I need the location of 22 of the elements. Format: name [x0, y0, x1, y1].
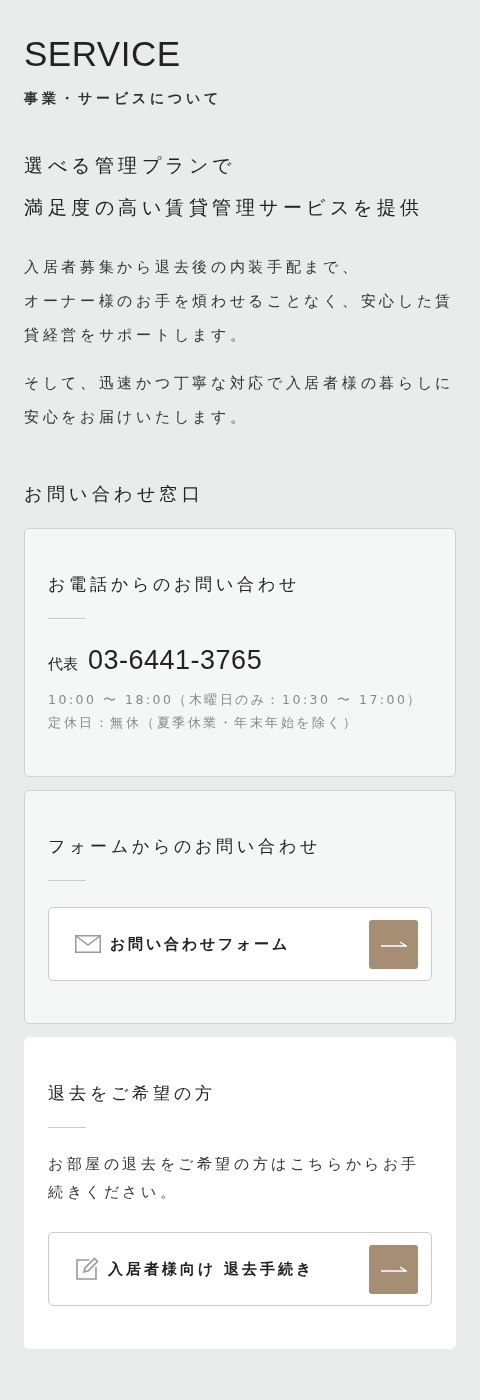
body-text: オーナー様のお手を煩わせることなく、安心した賃貸経営をサポートします。 — [24, 292, 455, 345]
headline: 満足度の高い賃貸管理サービスを提供 — [24, 195, 425, 220]
hours-text: 定休日：無休（夏季休業・年末年始を除く） — [48, 714, 359, 732]
card-title: 退去をご希望の方 — [48, 1082, 217, 1105]
headline: 選べる管理プランで — [24, 153, 237, 178]
card-title: お電話からのお問い合わせ — [48, 573, 301, 596]
body-text: 入居者募集から退去後の内装手配まで、 — [24, 258, 362, 277]
page-subtitle: 事業・サービスについて — [24, 90, 223, 108]
page-title: SERVICE — [24, 33, 182, 75]
edit-icon — [75, 1257, 99, 1281]
hours-text: 10:00 〜 18:00（木曜日のみ：10:30 〜 17:00） — [48, 691, 424, 709]
body-text: そして、迅速かつ丁寧な対応で入居者様の暮らしに安心をお届けいたします。 — [24, 374, 455, 427]
card-title: フォームからのお問い合わせ — [48, 835, 322, 858]
arrow-button[interactable] — [369, 919, 418, 969]
section-title: お問い合わせ窓口 — [24, 482, 205, 506]
envelope-icon — [75, 935, 101, 953]
phone-number: 03-6441-3765 — [88, 645, 263, 676]
phone-label: 代表 — [48, 655, 78, 674]
arrow-button[interactable] — [369, 1244, 418, 1294]
card-text: お部屋の退去をご希望の方はこちらからお手続きください。 — [48, 1155, 421, 1202]
link-button[interactable]: 入居者様向け 退去手続き — [48, 1232, 432, 1306]
link-button[interactable]: お問い合わせフォーム — [48, 907, 432, 981]
